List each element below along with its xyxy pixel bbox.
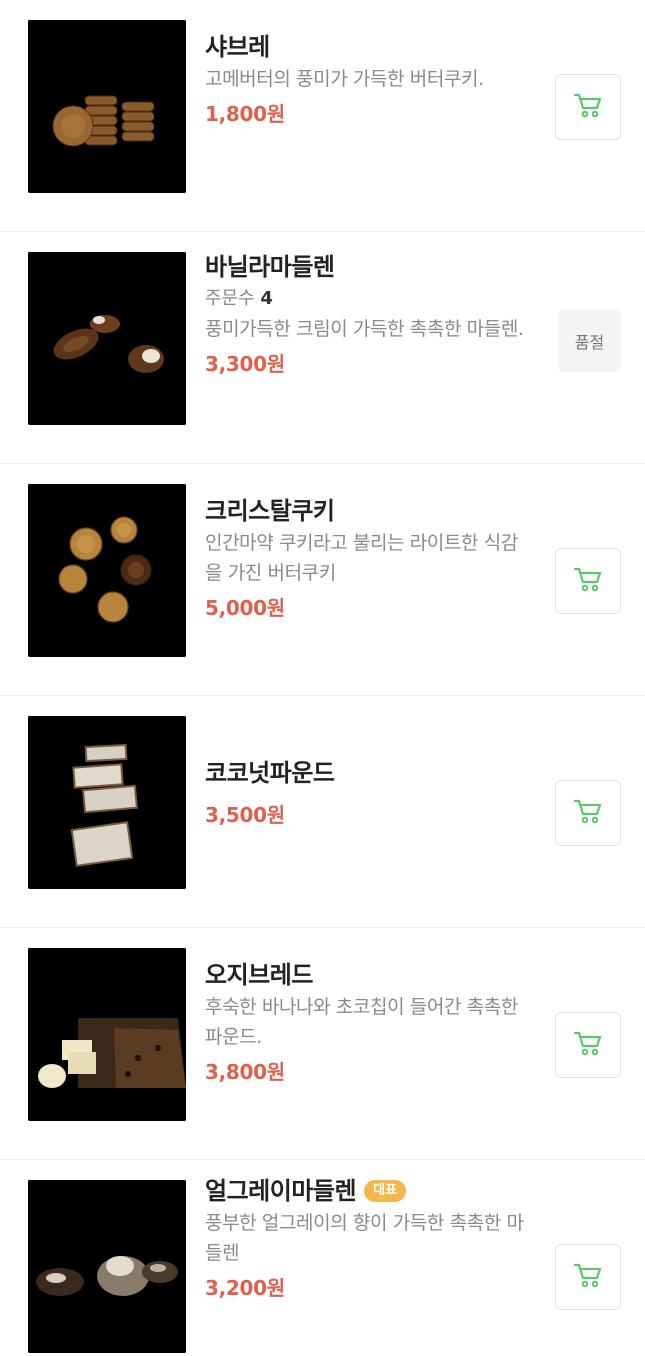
product-info: 오지브레드 후숙한 바나나와 초코칩이 들어간 촉촉한 파운드. 3,800원	[205, 958, 527, 1089]
cart-icon	[573, 797, 603, 829]
add-to-cart-button[interactable]	[555, 1012, 621, 1078]
cart-icon	[573, 1029, 603, 1061]
list-item-earl-grey-madeleine[interactable]: 얼그레이마들렌 대표 풍부한 얼그레이의 향이 가득한 촉촉한 마들렌 3,20…	[0, 1160, 645, 1356]
product-price: 3,300원	[205, 352, 285, 376]
list-item-sable[interactable]: 샤브레 고메버터의 풍미가 가득한 버터쿠키. 1,800원	[0, 0, 645, 232]
product-image-vanilla-madeleine[interactable]	[28, 252, 186, 425]
product-image-crystal-cookie[interactable]	[28, 484, 186, 657]
product-info: 얼그레이마들렌 대표 풍부한 얼그레이의 향이 가득한 촉촉한 마들렌 3,20…	[205, 1174, 527, 1305]
add-to-cart-button[interactable]	[555, 74, 621, 140]
product-info: 크리스탈쿠키 인간마약 쿠키라고 불리는 라이트한 식감을 가진 버터쿠키 5,…	[205, 494, 527, 625]
product-image-aussie-bread[interactable]	[28, 948, 186, 1121]
product-name-text: 얼그레이마들렌	[205, 1177, 357, 1205]
cart-icon	[573, 1261, 603, 1293]
product-description: 풍부한 얼그레이의 향이 가득한 촉촉한 마들렌	[205, 1212, 524, 1264]
product-name: 바닐라마들렌	[205, 250, 527, 284]
product-list: 샤브레 고메버터의 풍미가 가득한 버터쿠키. 1,800원 바닐라마들렌 주문…	[0, 0, 645, 1356]
add-to-cart-button[interactable]	[555, 780, 621, 846]
order-count-value: 4	[260, 288, 273, 309]
product-price: 1,800원	[205, 102, 285, 126]
product-name: 얼그레이마들렌 대표	[205, 1174, 527, 1208]
cart-icon	[573, 91, 603, 123]
product-info: 바닐라마들렌 주문수 4 풍미가득한 크림이 가득한 촉촉한 마들렌. 3,30…	[205, 250, 527, 381]
product-price: 3,200원	[205, 1276, 285, 1300]
product-name-text: 오지브레드	[205, 961, 313, 989]
product-image-coconut-pound[interactable]	[28, 716, 186, 889]
product-name: 샤브레	[205, 30, 527, 64]
list-item-aussie-bread[interactable]: 오지브레드 후숙한 바나나와 초코칩이 들어간 촉촉한 파운드. 3,800원	[0, 928, 645, 1160]
product-name-text: 코코넛파운드	[205, 759, 335, 787]
list-item-vanilla-madeleine[interactable]: 바닐라마들렌 주문수 4 풍미가득한 크림이 가득한 촉촉한 마들렌. 3,30…	[0, 232, 645, 464]
product-info: 샤브레 고메버터의 풍미가 가득한 버터쿠키. 1,800원	[205, 30, 527, 131]
product-price: 3,500원	[205, 803, 285, 827]
product-price: 5,000원	[205, 596, 285, 620]
product-name: 크리스탈쿠키	[205, 494, 527, 528]
list-item-crystal-cookie[interactable]: 크리스탈쿠키 인간마약 쿠키라고 불리는 라이트한 식감을 가진 버터쿠키 5,…	[0, 464, 645, 696]
product-info: 코코넛파운드 3,500원	[205, 756, 527, 832]
order-count: 주문수 4	[205, 284, 527, 314]
product-name-text: 샤브레	[205, 33, 270, 61]
add-to-cart-button[interactable]	[555, 548, 621, 614]
add-to-cart-button[interactable]	[555, 1244, 621, 1310]
product-description: 풍미가득한 크림이 가득한 촉촉한 마들렌.	[205, 318, 524, 340]
product-image-sable[interactable]	[28, 20, 186, 193]
product-name-text: 바닐라마들렌	[205, 253, 335, 281]
product-description: 후숙한 바나나와 초코칩이 들어간 촉촉한 파운드.	[205, 996, 518, 1048]
product-description: 고메버터의 풍미가 가득한 버터쿠키.	[205, 68, 484, 90]
order-count-label: 주문수	[205, 288, 255, 309]
list-item-coconut-pound[interactable]: 코코넛파운드 3,500원	[0, 696, 645, 928]
signature-badge: 대표	[364, 1180, 406, 1202]
product-name-text: 크리스탈쿠키	[205, 497, 335, 525]
product-image-earl-grey-madeleine[interactable]	[28, 1180, 186, 1353]
soldout-badge: 품절	[558, 309, 621, 372]
product-name: 오지브레드	[205, 958, 527, 992]
product-description: 인간마약 쿠키라고 불리는 라이트한 식감을 가진 버터쿠키	[205, 532, 518, 584]
cart-icon	[573, 565, 603, 597]
product-name: 코코넛파운드	[205, 756, 527, 790]
product-price: 3,800원	[205, 1060, 285, 1084]
